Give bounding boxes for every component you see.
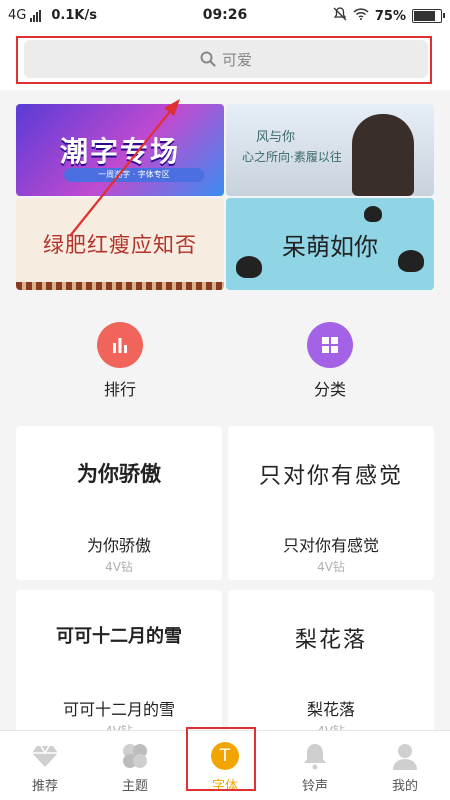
font-tab-highlight-box [186, 727, 256, 791]
tab-label: 铃声 [301, 779, 328, 794]
tab-label: 推荐 [31, 779, 58, 794]
tab-ringtone[interactable]: 铃声 [270, 731, 360, 800]
tab-label: 我的 [391, 779, 418, 794]
diamond-icon [29, 741, 61, 771]
annotation-arrow [69, 99, 180, 237]
tab-label: 主题 [121, 779, 148, 794]
tab-theme[interactable]: 主题 [90, 731, 180, 800]
tab-recommend[interactable]: 推荐 [0, 731, 90, 800]
pinwheel-icon [119, 741, 151, 771]
tab-mine[interactable]: 我的 [360, 731, 450, 800]
person-icon [389, 741, 421, 771]
bell-icon [299, 741, 331, 771]
